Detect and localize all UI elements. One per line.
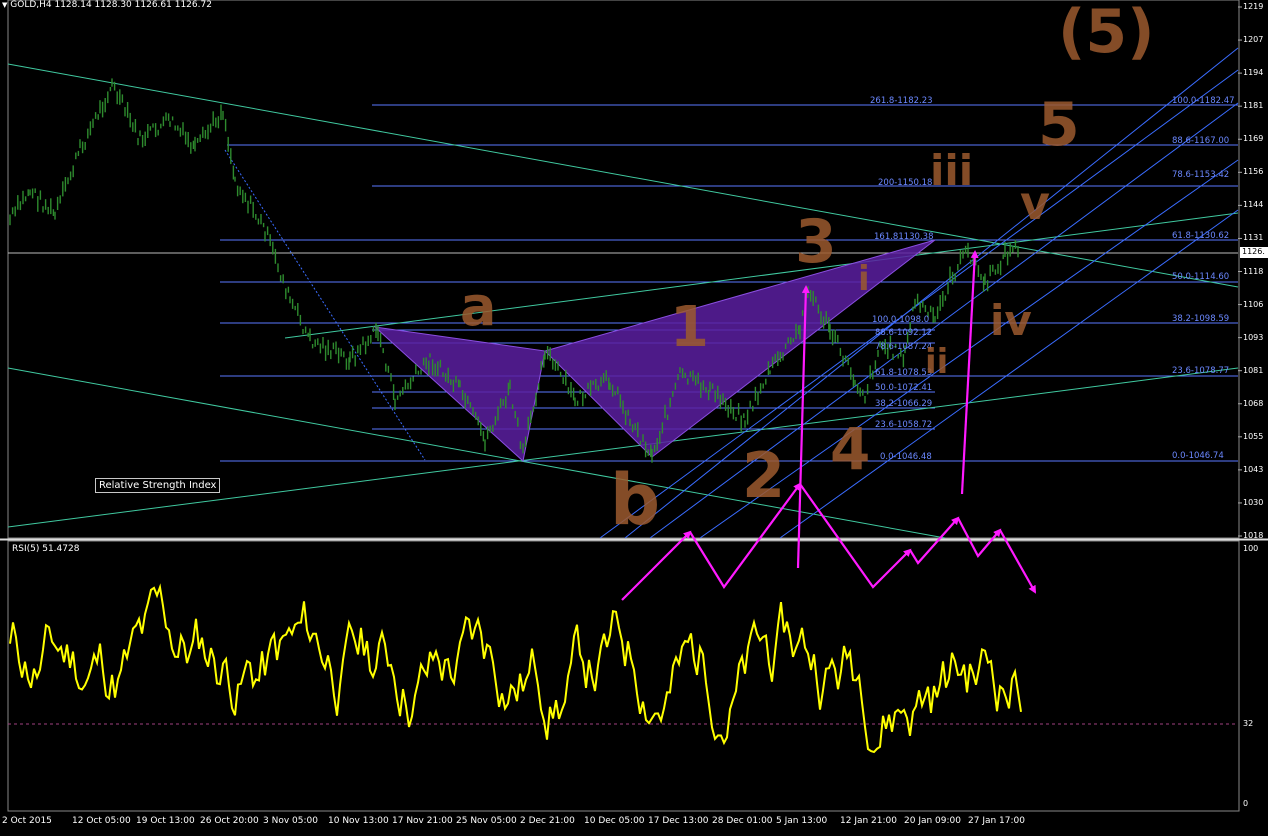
fib-label: 0.0-1046.48 bbox=[880, 452, 932, 462]
chart-window[interactable]: ▼ GOLD,H4 1128.14 1128.30 1126.61 1126.7… bbox=[0, 0, 1268, 836]
price-scale-label: 1093 bbox=[1243, 332, 1264, 342]
fib-label: 50.0-1072.41 bbox=[875, 383, 933, 393]
wave-label-5-circled: (5) bbox=[1058, 0, 1155, 67]
price-scale-label: 1144 bbox=[1243, 200, 1264, 210]
fib-label: 78.6-1087.24 bbox=[875, 342, 933, 352]
wave-label-i: i bbox=[858, 259, 870, 299]
fib-label: 23.6-1078.77 bbox=[1172, 366, 1230, 376]
fib-label: 88.6-1092.12 bbox=[875, 328, 933, 338]
price-scale-label: 1207 bbox=[1243, 35, 1264, 45]
rsi-header: RSI(5) 51.4728 bbox=[12, 544, 80, 554]
date-axis-label: 19 Oct 13:00 bbox=[136, 816, 195, 826]
fib-label: 78.6-1153.42 bbox=[1172, 170, 1230, 180]
wave-label-5: 5 bbox=[1038, 90, 1080, 160]
date-axis-label: 3 Nov 05:00 bbox=[263, 816, 318, 826]
wave-label-iv: iv bbox=[990, 296, 1032, 345]
rsi-scale-0: 0 bbox=[1243, 799, 1249, 808]
date-axis-label: 25 Nov 05:00 bbox=[456, 816, 517, 826]
price-scale-label: 1106 bbox=[1243, 299, 1264, 309]
date-axis-label: 2 Oct 2015 bbox=[2, 816, 52, 826]
price-scale-label: 1030 bbox=[1243, 497, 1264, 507]
date-axis-label: 28 Dec 01:00 bbox=[712, 816, 773, 826]
price-scale-label: 1181 bbox=[1243, 101, 1264, 111]
wave-label-4: 4 bbox=[830, 415, 871, 483]
fib-label: 50.0-1114.60 bbox=[1172, 272, 1230, 282]
andrews-pitchfork bbox=[224, 47, 1239, 539]
rsi-frame bbox=[7, 540, 1240, 812]
wave-label-v: v bbox=[1020, 176, 1050, 230]
symbol-quote: GOLD,H4 1128.14 1128.30 1126.61 1126.72 bbox=[10, 0, 212, 10]
date-axis-label: 2 Dec 21:00 bbox=[520, 816, 575, 826]
rsi-scale-32: 32 bbox=[1243, 719, 1254, 728]
wave-label-a: a bbox=[460, 275, 497, 338]
date-axis-label: 26 Oct 20:00 bbox=[200, 816, 259, 826]
price-scale-label: 1169 bbox=[1243, 134, 1264, 144]
indicator-tooltip: Relative Strength Index bbox=[95, 478, 221, 493]
date-axis-label: 27 Jan 17:00 bbox=[968, 816, 1025, 826]
price-scale-label: 1219 bbox=[1243, 2, 1264, 11]
fib-label: 23.6-1058.72 bbox=[875, 420, 933, 430]
price-scale-label: 1018 bbox=[1243, 531, 1264, 540]
fib-lines bbox=[220, 104, 1238, 462]
fib-label: 61.8-1130.62 bbox=[1172, 231, 1230, 241]
price-scale-label: 1156 bbox=[1243, 167, 1264, 177]
chart-header[interactable]: ▼ GOLD,H4 1128.14 1128.30 1126.61 1126.7… bbox=[2, 0, 212, 12]
main-chart-frame bbox=[7, 0, 1240, 539]
fib-label: 200-1150.18 bbox=[878, 178, 933, 188]
fib-label: 0.0-1046.74 bbox=[1172, 451, 1224, 461]
wave-label-2: 2 bbox=[742, 439, 786, 512]
date-axis-label: 5 Jan 13:00 bbox=[776, 816, 828, 826]
current-price-tag: 1126. bbox=[1240, 247, 1268, 258]
rsi-scale-100: 100 bbox=[1243, 544, 1259, 553]
date-axis-label: 10 Nov 13:00 bbox=[328, 816, 389, 826]
fib-label: 100.0-1098.0 bbox=[872, 315, 930, 325]
dropdown-triangle-icon[interactable]: ▼ bbox=[2, 1, 7, 9]
wave-label-b: b bbox=[610, 459, 661, 541]
fib-label: 61.8-1078.53 bbox=[875, 368, 933, 378]
price-scale-label: 1194 bbox=[1243, 68, 1264, 78]
price-scale-label: 1118 bbox=[1243, 266, 1264, 276]
price-scale-label: 1131 bbox=[1243, 233, 1264, 243]
date-axis-label: 10 Dec 05:00 bbox=[584, 816, 645, 826]
date-axis-label: 17 Dec 13:00 bbox=[648, 816, 709, 826]
fib-label: 100.0-1182.47 bbox=[1172, 96, 1235, 106]
date-axis-label: 12 Oct 05:00 bbox=[72, 816, 131, 826]
wave-label-iii: iii bbox=[930, 146, 974, 195]
date-axis-label: 12 Jan 21:00 bbox=[840, 816, 897, 826]
fib-label: 261.8-1182.23 bbox=[870, 96, 933, 106]
fib-label: 38.2-1066.29 bbox=[875, 399, 933, 409]
wave-label-1: 1 bbox=[670, 295, 709, 360]
date-axis-label: 20 Jan 09:00 bbox=[904, 816, 961, 826]
date-axis-label: 17 Nov 21:00 bbox=[392, 816, 453, 826]
wave-label-3: 3 bbox=[795, 207, 837, 277]
price-scale-label: 1055 bbox=[1243, 431, 1264, 441]
price-scale-label: 1043 bbox=[1243, 464, 1264, 474]
wave-label-ii: ii bbox=[925, 342, 949, 382]
fib-label: 161.81130.38 bbox=[874, 232, 934, 242]
fib-label: 38.2-1098.59 bbox=[1172, 314, 1230, 324]
price-scale-label: 1081 bbox=[1243, 365, 1264, 375]
price-scale-label: 1068 bbox=[1243, 398, 1264, 408]
fib-label: 88.6-1167.00 bbox=[1172, 136, 1230, 146]
rsi-line bbox=[9, 583, 1022, 754]
